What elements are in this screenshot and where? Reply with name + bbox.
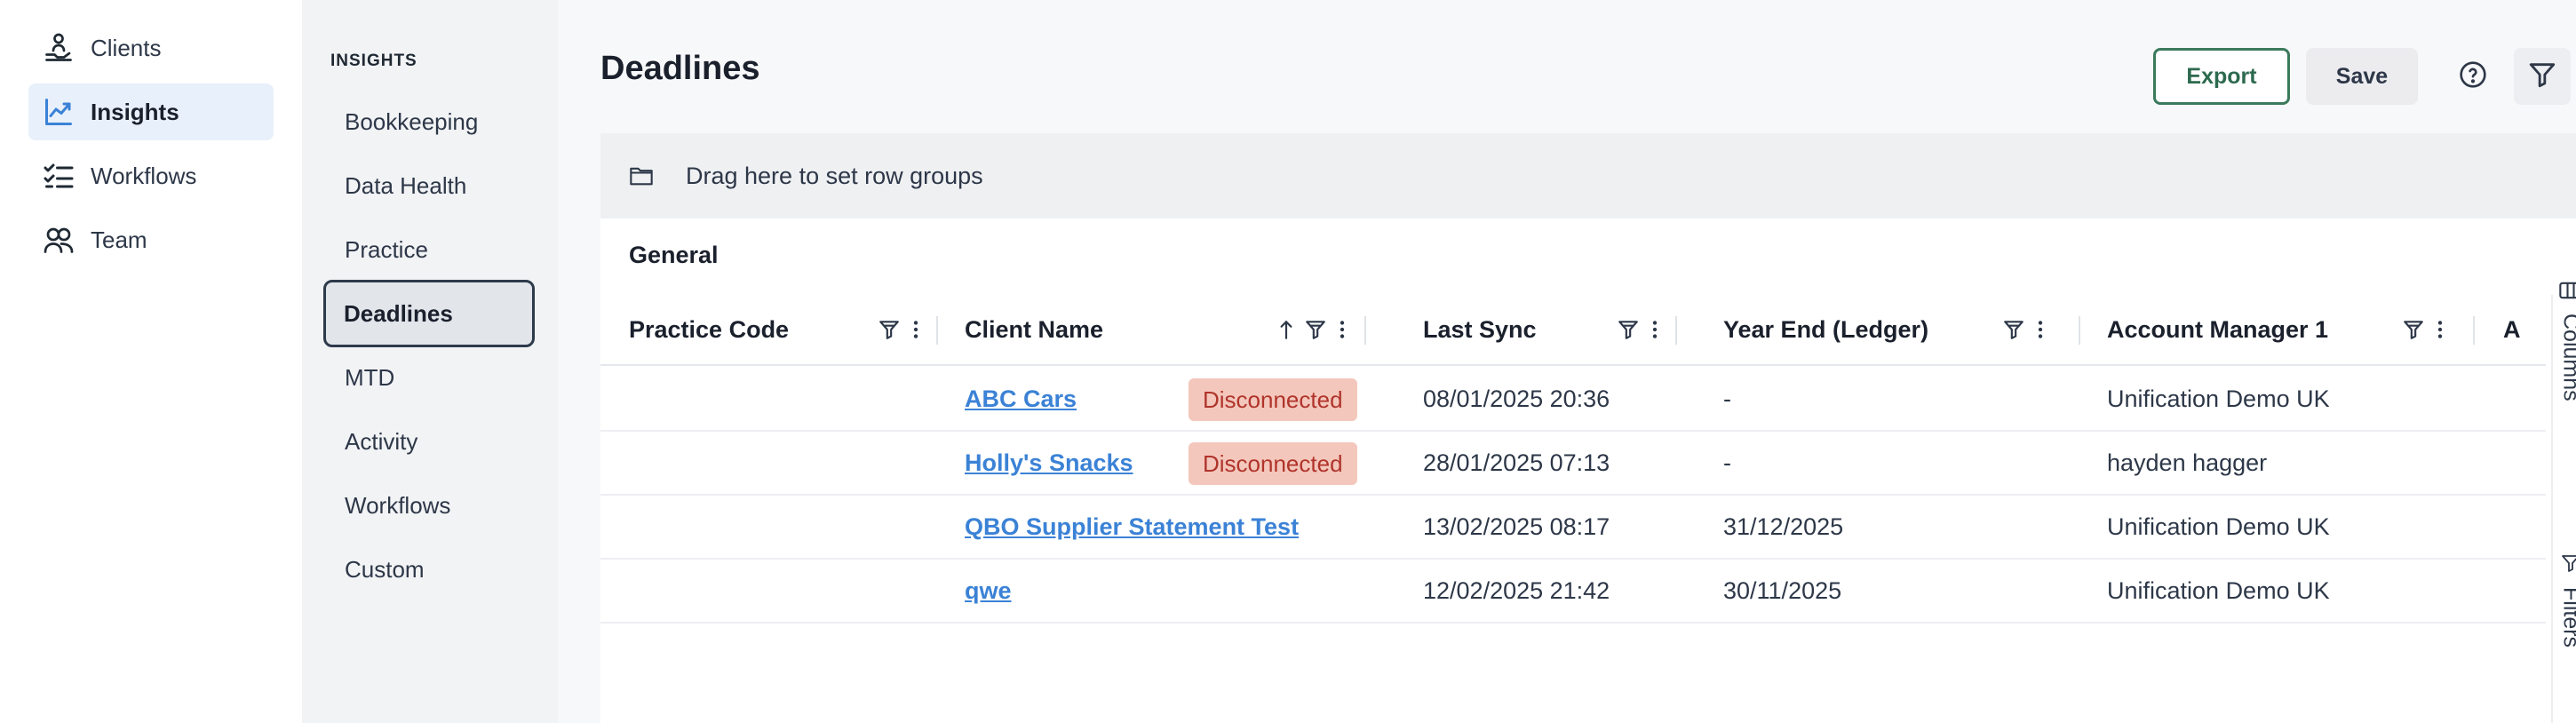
- cell-client-name: qwe: [965, 560, 1012, 622]
- client-link[interactable]: QBO Supplier Statement Test: [965, 513, 1299, 541]
- status-badge: Disconnected: [1189, 442, 1357, 485]
- cell-last-sync: 13/02/2025 08:17: [1423, 512, 1610, 540]
- column-filter-icon[interactable]: [2002, 318, 2025, 341]
- save-button[interactable]: Save: [2306, 48, 2418, 105]
- client-link[interactable]: ABC Cars: [965, 385, 1077, 413]
- column-separator[interactable]: [1675, 316, 1677, 345]
- cell-year-end: 30/11/2025: [1723, 576, 1842, 604]
- column-header-account-manager-1[interactable]: Account Manager 1: [2107, 295, 2446, 364]
- subnav-item-custom[interactable]: Custom: [325, 537, 533, 601]
- column-group-label: General: [629, 242, 719, 268]
- nav-label-insights: Insights: [91, 98, 179, 125]
- subnav-item-deadlines[interactable]: Deadlines: [323, 280, 535, 347]
- nav-item-clients[interactable]: Clients: [28, 20, 274, 76]
- page-title: Deadlines: [600, 50, 760, 87]
- column-menu-icon[interactable]: [2034, 318, 2047, 341]
- team-icon: [41, 222, 76, 258]
- cell-account-manager: Unification Demo UK: [2107, 512, 2330, 540]
- help-icon: [2459, 60, 2487, 93]
- subnav-item-practice[interactable]: Practice: [325, 218, 533, 282]
- cell-year-end: -: [1723, 385, 1731, 412]
- cell-year-end: 31/12/2025: [1723, 512, 1844, 540]
- columns-tab-label: Columns: [2558, 314, 2576, 401]
- columns-tool-tab[interactable]: Columns: [2553, 281, 2576, 401]
- column-filter-icon[interactable]: [1304, 318, 1327, 341]
- cell-client-name: Holly's Snacks: [965, 432, 1133, 494]
- column-separator[interactable]: [2079, 316, 2080, 345]
- column-header-label: Year End (Ledger): [1723, 315, 1929, 343]
- chart-line-icon: [41, 94, 76, 130]
- client-link[interactable]: Holly's Snacks: [965, 449, 1133, 477]
- cell-account-manager: Unification Demo UK: [2107, 385, 2330, 412]
- cell-year-end: -: [1723, 449, 1731, 476]
- subnav-heading: INSIGHTS: [330, 52, 417, 70]
- row-group-drop-zone[interactable]: Drag here to set row groups: [600, 133, 2576, 218]
- column-header-practice-code[interactable]: Practice Code: [629, 295, 922, 364]
- column-header-truncated[interactable]: A: [2503, 295, 2546, 364]
- column-separator[interactable]: [2473, 316, 2475, 345]
- row-group-hint: Drag here to set row groups: [686, 162, 983, 189]
- nav-item-insights[interactable]: Insights: [28, 83, 274, 140]
- checklist-icon: [41, 158, 76, 194]
- data-grid: Drag here to set row groups General Prac…: [600, 133, 2576, 723]
- column-header-label: Client Name: [965, 315, 1104, 343]
- column-header-label: A: [2503, 315, 2521, 343]
- column-header-label: Account Manager 1: [2107, 315, 2329, 343]
- clients-icon: [41, 30, 76, 66]
- table-row[interactable]: QBO Supplier Statement Test 13/02/2025 0…: [600, 496, 2546, 560]
- columns-icon: [2558, 281, 2576, 305]
- subnav-item-mtd[interactable]: MTD: [325, 346, 533, 409]
- cell-client-name: QBO Supplier Statement Test: [965, 496, 1299, 558]
- column-menu-icon[interactable]: [1336, 318, 1348, 341]
- subnav-item-data-health[interactable]: Data Health: [325, 154, 533, 218]
- column-header-label: Practice Code: [629, 315, 790, 343]
- table-row[interactable]: qwe 12/02/2025 21:42 30/11/2025 Unificat…: [600, 560, 2546, 624]
- nav-item-workflows[interactable]: Workflows: [28, 147, 274, 204]
- sort-ascending-icon[interactable]: [1277, 318, 1295, 341]
- primary-sidebar: Clients Insights Workflows Team: [0, 0, 302, 723]
- client-link[interactable]: qwe: [965, 577, 1012, 605]
- grid-header-row: Practice Code Client Name Last Sync Year…: [600, 295, 2546, 366]
- cell-account-manager: hayden hagger: [2107, 449, 2268, 476]
- filter-icon: [2559, 552, 2576, 578]
- filters-tool-tab[interactable]: Filters: [2553, 552, 2576, 648]
- subnav-item-bookkeeping[interactable]: Bookkeeping: [325, 90, 533, 154]
- cell-last-sync: 28/01/2025 07:13: [1423, 449, 1610, 476]
- folder-icon: [629, 163, 656, 189]
- main-content: Deadlines Export Save Drag here to set r…: [558, 0, 2576, 723]
- column-menu-icon[interactable]: [910, 318, 922, 341]
- filter-icon: [2527, 60, 2557, 94]
- subnav-item-workflows[interactable]: Workflows: [325, 473, 533, 537]
- cell-account-manager: Unification Demo UK: [2107, 576, 2330, 604]
- column-separator[interactable]: [936, 316, 938, 345]
- filter-toggle-button[interactable]: [2514, 48, 2571, 105]
- column-separator[interactable]: [1364, 316, 1366, 345]
- column-filter-icon[interactable]: [1617, 318, 1640, 341]
- column-menu-icon[interactable]: [1649, 318, 1661, 341]
- help-button[interactable]: [2452, 55, 2494, 98]
- cell-client-name: ABC Cars: [965, 368, 1077, 430]
- column-header-label: Last Sync: [1423, 315, 1537, 343]
- cell-last-sync: 12/02/2025 21:42: [1423, 576, 1610, 604]
- nav-label-clients: Clients: [91, 34, 162, 61]
- export-button[interactable]: Export: [2153, 48, 2290, 105]
- table-row[interactable]: ABC Cars Disconnected 08/01/2025 20:36 -…: [600, 368, 2546, 432]
- nav-label-workflows: Workflows: [91, 162, 197, 189]
- nav-item-team[interactable]: Team: [28, 211, 274, 268]
- cell-last-sync: 08/01/2025 20:36: [1423, 385, 1610, 412]
- table-row[interactable]: Holly's Snacks Disconnected 28/01/2025 0…: [600, 432, 2546, 496]
- column-menu-icon[interactable]: [2434, 318, 2446, 341]
- column-filter-icon[interactable]: [878, 318, 901, 341]
- filters-tab-label: Filters: [2558, 587, 2576, 648]
- column-filter-icon[interactable]: [2402, 318, 2425, 341]
- nav-label-team: Team: [91, 226, 147, 253]
- status-badge: Disconnected: [1189, 378, 1357, 421]
- column-header-client-name[interactable]: Client Name: [965, 295, 1348, 364]
- column-header-year-end[interactable]: Year End (Ledger): [1723, 295, 2047, 364]
- subnav-item-activity[interactable]: Activity: [325, 409, 533, 473]
- insights-subnav: INSIGHTS Bookkeeping Data Health Practic…: [302, 0, 558, 723]
- column-header-last-sync[interactable]: Last Sync: [1423, 295, 1661, 364]
